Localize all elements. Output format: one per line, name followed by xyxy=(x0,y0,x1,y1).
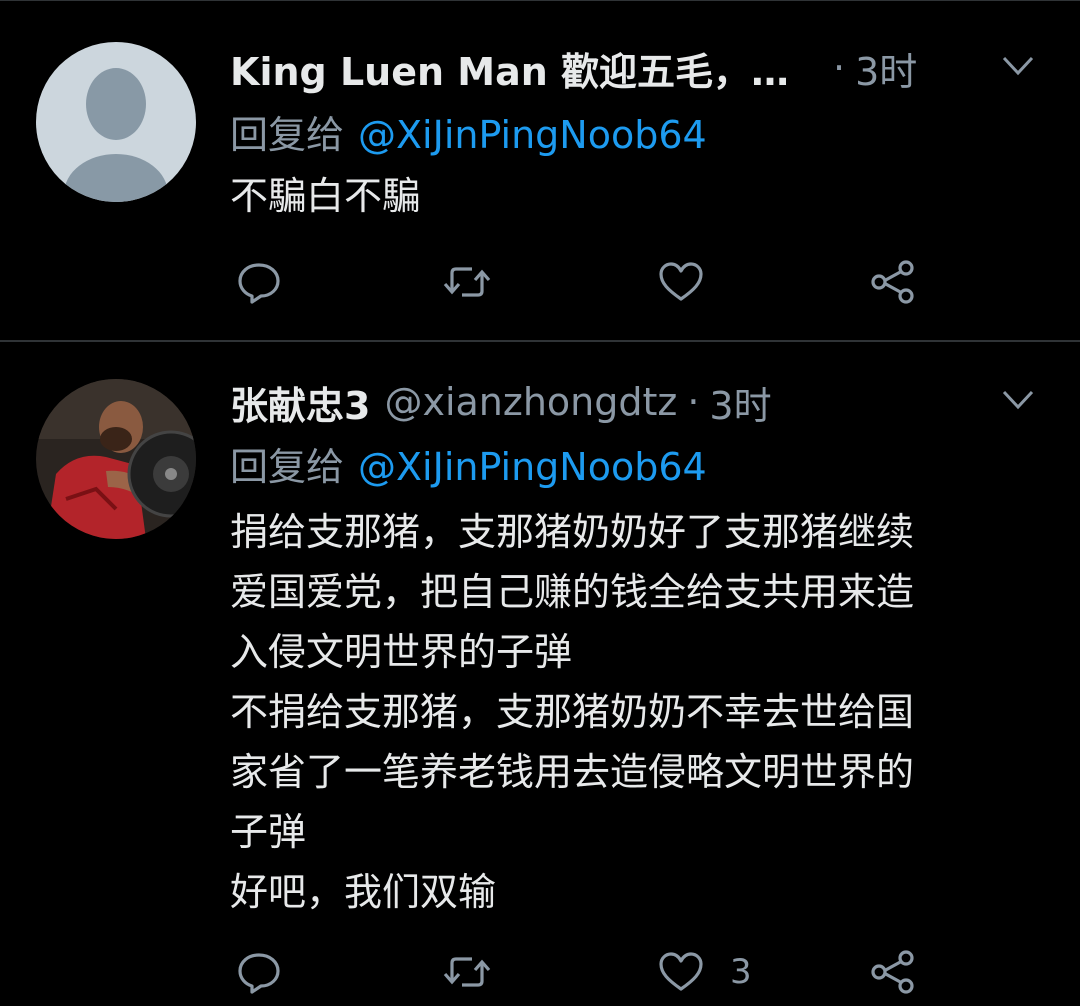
share-icon xyxy=(871,950,914,994)
tweet-text: 不騙白不騙 xyxy=(230,166,1050,226)
reply-button[interactable] xyxy=(234,942,284,1002)
action-bar: 3 xyxy=(230,942,1050,1002)
reply-icon xyxy=(238,953,280,994)
retweet-button[interactable] xyxy=(442,942,492,1002)
tweet[interactable]: 张献忠3 @xianzhongdtz · 3时 回复给 @XiJinPingNoo… xyxy=(0,342,1080,1006)
tweet-text-line: 家省了一笔养老钱用去造侵略文明世界的 xyxy=(230,750,915,794)
reply-context: 回复给 @XiJinPingNoob64 xyxy=(230,104,707,159)
chevron-down-icon[interactable] xyxy=(998,380,1038,420)
share-icon xyxy=(871,260,914,304)
tweet-text-line: 不捐给支那猪，支那猪奶奶不幸去世给国 xyxy=(230,690,915,734)
separator-dot: · xyxy=(833,46,846,90)
tweet-text-line: 子弹 xyxy=(230,810,307,854)
reply-context: 回复给 @XiJinPingNoob64 xyxy=(230,436,707,491)
reply-mention-link[interactable]: @XiJinPingNoob64 xyxy=(358,113,707,157)
tweet-text-line: 爱国爱党，把自己赚的钱全给支共用来造 xyxy=(230,570,915,614)
avatar[interactable] xyxy=(36,42,196,202)
tweet[interactable]: King Luen Man 歡迎五毛，… · 3时 回复给 @XiJinPingN… xyxy=(0,0,1080,340)
reply-button[interactable] xyxy=(234,252,284,312)
share-button[interactable] xyxy=(868,942,918,1002)
action-bar xyxy=(230,252,1050,312)
like-icon xyxy=(659,262,703,301)
display-name[interactable]: 张献忠3 xyxy=(230,375,370,430)
user-photo-icon xyxy=(36,379,196,539)
retweet-icon xyxy=(443,957,491,987)
share-button[interactable] xyxy=(868,252,918,312)
retweet-icon xyxy=(443,267,491,297)
display-name[interactable]: King Luen Man 歡迎五毛，… xyxy=(230,41,789,96)
tweet-text-line: 不騙白不騙 xyxy=(230,174,421,218)
timestamp[interactable]: 3时 xyxy=(709,375,771,430)
tweet-header: King Luen Man 歡迎五毛，… · 3时 xyxy=(230,40,917,96)
reply-label: 回复给 xyxy=(230,113,345,157)
tweet-text-line: 入侵文明世界的子弹 xyxy=(230,630,573,674)
avatar[interactable] xyxy=(36,379,196,539)
like-button[interactable]: 3 xyxy=(656,942,752,1002)
like-count: 3 xyxy=(730,952,752,992)
separator-dot: · xyxy=(687,380,700,424)
tweet-text-line: 捐给支那猪，支那猪奶奶好了支那猪继续 xyxy=(230,510,915,554)
reply-icon xyxy=(238,263,280,304)
default-avatar-icon xyxy=(36,42,196,202)
tweet-text: 捐给支那猪，支那猪奶奶好了支那猪继续 爱国爱党，把自己赚的钱全给支共用来造 入侵… xyxy=(230,502,1050,922)
timestamp[interactable]: 3时 xyxy=(855,41,917,96)
like-button[interactable] xyxy=(656,252,730,312)
user-handle[interactable]: @xianzhongdtz xyxy=(384,380,677,424)
tweet-text-line: 好吧，我们双输 xyxy=(230,870,497,914)
reply-mention-link[interactable]: @XiJinPingNoob64 xyxy=(358,445,707,489)
retweet-button[interactable] xyxy=(442,252,492,312)
reply-label: 回复给 xyxy=(230,445,345,489)
chevron-down-icon[interactable] xyxy=(998,46,1038,86)
tweet-header: 张献忠3 @xianzhongdtz · 3时 xyxy=(230,374,772,430)
like-icon xyxy=(659,952,703,991)
